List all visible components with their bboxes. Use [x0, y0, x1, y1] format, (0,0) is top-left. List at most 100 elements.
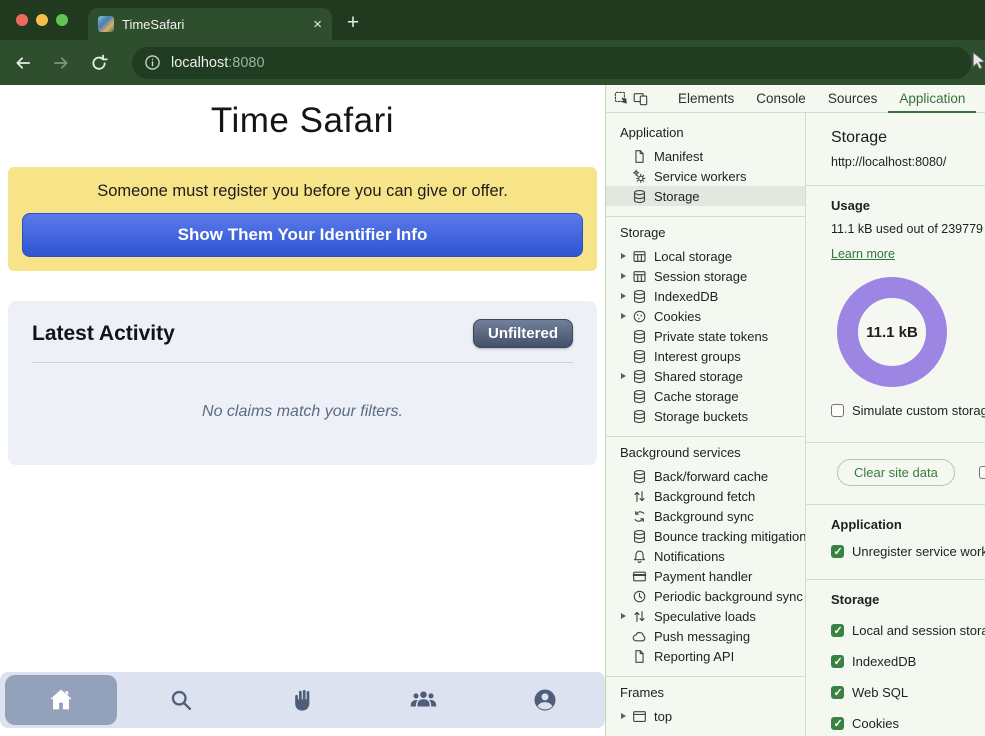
browser-tab[interactable]: TimeSafari × — [88, 8, 332, 40]
sidebar-item-service-workers[interactable]: Service workers — [606, 166, 805, 186]
websql-row: Web SQL — [831, 685, 985, 700]
storage-checkbox-section: Storage Local and session storage Indexe… — [806, 580, 985, 735]
cookie-icon — [632, 309, 647, 324]
zoom-window-button[interactable] — [56, 14, 68, 26]
nav-projects[interactable] — [242, 672, 363, 728]
sidebar-item-cookies[interactable]: Cookies — [606, 306, 805, 326]
sidebar-item-interest-groups[interactable]: Interest groups — [606, 346, 805, 366]
cookies-row: Cookies — [831, 716, 985, 731]
devtools-panel: Elements Console Sources Application × A… — [605, 85, 985, 736]
third-party-row: including third-party cookies — [979, 465, 985, 480]
updown-arrows-icon — [632, 609, 647, 624]
database-icon — [632, 349, 647, 364]
database-icon — [632, 369, 647, 384]
sidebar-item-shared-storage[interactable]: Shared storage — [606, 366, 805, 386]
sidebar-item-local-storage[interactable]: Local storage — [606, 246, 805, 266]
sidebar-item-back-forward-cache[interactable]: Back/forward cache — [606, 466, 805, 486]
devtools-close-icon[interactable]: × — [976, 90, 985, 108]
storage-origin: http://localhost:8080/ — [831, 155, 985, 169]
application-checkbox-section: Application Unregister service workers — [806, 505, 985, 580]
database-icon — [632, 189, 647, 204]
section-title: Frames — [606, 677, 805, 706]
sidebar-item-notifications[interactable]: Notifications — [606, 546, 805, 566]
nav-home[interactable] — [0, 672, 121, 728]
info-icon[interactable] — [144, 54, 161, 71]
third-party-checkbox[interactable] — [979, 466, 985, 479]
database-icon — [632, 289, 647, 304]
show-identifier-info-button[interactable]: Show Them Your Identifier Info — [22, 213, 583, 257]
nav-home-active-pill[interactable] — [5, 675, 117, 725]
websql-checkbox[interactable] — [831, 686, 844, 699]
expand-arrow-icon[interactable] — [621, 713, 632, 719]
tab-elements[interactable]: Elements — [667, 85, 745, 113]
reload-icon[interactable] — [90, 54, 108, 72]
nav-search[interactable] — [121, 672, 242, 728]
clear-site-data-button[interactable]: Clear site data — [837, 459, 955, 486]
sidebar-item-background-fetch[interactable]: Background fetch — [606, 486, 805, 506]
window-titlebar: TimeSafari × + — [0, 0, 985, 40]
expand-arrow-icon[interactable] — [621, 293, 632, 299]
tab-sources[interactable]: Sources — [817, 85, 889, 113]
sidebar-section-storage: Storage Local storage Session storage In… — [606, 217, 805, 437]
usage-donut-label: 11.1 kB — [866, 324, 918, 341]
sidebar-item-push-messaging[interactable]: Push messaging — [606, 626, 805, 646]
sidebar-item-cache-storage[interactable]: Cache storage — [606, 386, 805, 406]
page-title: Time Safari — [0, 101, 605, 141]
sidebar-item-reporting-api[interactable]: Reporting API — [606, 646, 805, 666]
unregister-sw-checkbox[interactable] — [831, 545, 844, 558]
sidebar-item-top-frame[interactable]: top — [606, 706, 805, 726]
sidebar-item-bounce-tracking-mitigation[interactable]: Bounce tracking mitigation — [606, 526, 805, 546]
new-tab-button[interactable]: + — [340, 10, 366, 36]
unfiltered-button[interactable]: Unfiltered — [473, 319, 573, 348]
simulate-quota-checkbox[interactable] — [831, 404, 844, 417]
local-session-storage-row: Local and session storage — [831, 623, 985, 638]
inspect-icon[interactable] — [614, 91, 629, 106]
devtools-tabbar: Elements Console Sources Application × — [606, 85, 985, 113]
forward-arrow-icon[interactable] — [52, 54, 70, 72]
sidebar-item-storage-buckets[interactable]: Storage buckets — [606, 406, 805, 426]
sidebar-item-speculative-loads[interactable]: Speculative loads — [606, 606, 805, 626]
expand-arrow-icon[interactable] — [621, 373, 632, 379]
usage-section: Usage 11.1 kB used out of 239779 MB Lear… — [806, 186, 985, 443]
browser-toolbar: localhost:8080 — [0, 40, 985, 85]
sidebar-item-manifest[interactable]: Manifest — [606, 146, 805, 166]
table-icon — [632, 269, 647, 284]
sidebar-item-storage[interactable]: Storage — [606, 186, 805, 206]
simulate-quota-row: Simulate custom storage quota — [831, 403, 985, 418]
minimize-window-button[interactable] — [36, 14, 48, 26]
nav-profile[interactable] — [484, 672, 605, 728]
device-toolbar-icon[interactable] — [633, 91, 648, 106]
address-bar[interactable]: localhost:8080 — [132, 47, 971, 79]
sidebar-item-payment-handler[interactable]: Payment handler — [606, 566, 805, 586]
learn-more-link[interactable]: Learn more — [831, 247, 895, 261]
sidebar-item-periodic-background-sync[interactable]: Periodic background sync — [606, 586, 805, 606]
expand-arrow-icon[interactable] — [621, 273, 632, 279]
back-arrow-icon[interactable] — [14, 54, 32, 72]
storage-header-section: Storage http://localhost:8080/ — [806, 113, 985, 186]
close-window-button[interactable] — [16, 14, 28, 26]
section-title: Application — [606, 117, 805, 146]
file-icon — [632, 649, 647, 664]
bell-icon — [632, 549, 647, 564]
sidebar-item-background-sync[interactable]: Background sync — [606, 506, 805, 526]
sidebar-item-private-state-tokens[interactable]: Private state tokens — [606, 326, 805, 346]
tab-application[interactable]: Application — [888, 85, 976, 113]
nav-contacts[interactable] — [363, 672, 484, 728]
sidebar-item-indexeddb[interactable]: IndexedDB — [606, 286, 805, 306]
sidebar-section-background-services: Background services Back/forward cache B… — [606, 437, 805, 677]
url-port: :8080 — [228, 55, 264, 71]
tab-console[interactable]: Console — [745, 85, 817, 113]
indexeddb-checkbox[interactable] — [831, 655, 844, 668]
expand-arrow-icon[interactable] — [621, 253, 632, 259]
sidebar-item-session-storage[interactable]: Session storage — [606, 266, 805, 286]
devtools-sidebar: Application Manifest Service workers — [606, 113, 806, 735]
database-icon — [632, 329, 647, 344]
cookies-checkbox[interactable] — [831, 717, 844, 730]
tab-close-icon[interactable]: × — [313, 17, 322, 32]
url-text: localhost:8080 — [171, 55, 265, 71]
people-icon — [409, 686, 438, 715]
indexeddb-row: IndexedDB — [831, 654, 985, 669]
local-session-storage-checkbox[interactable] — [831, 624, 844, 637]
expand-arrow-icon[interactable] — [621, 613, 632, 619]
expand-arrow-icon[interactable] — [621, 313, 632, 319]
